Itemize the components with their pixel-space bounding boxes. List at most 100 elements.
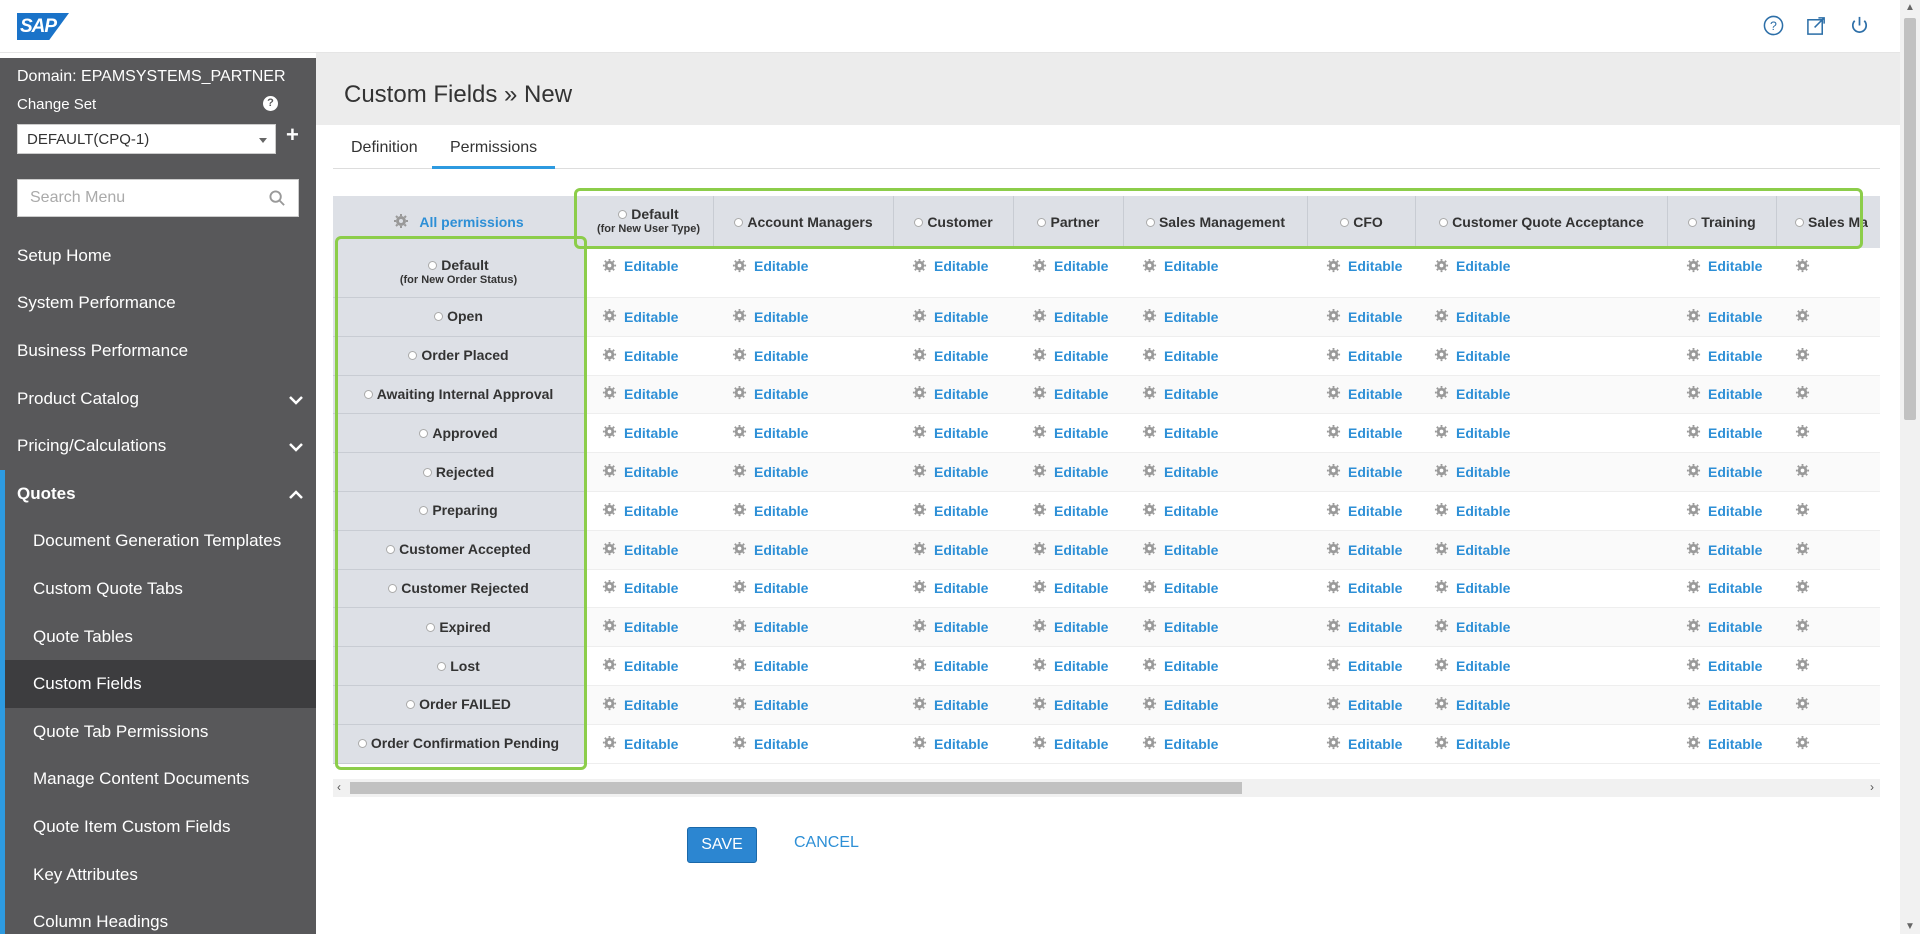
column-header[interactable]: Default (for New User Type) xyxy=(584,196,714,248)
help-icon[interactable]: ? xyxy=(263,96,278,111)
sidebar-subitem-manage-content-documents[interactable]: Manage Content Documents xyxy=(5,756,316,804)
sidebar-subitem-column-headings[interactable]: Column Headings xyxy=(5,898,316,934)
permission-cell[interactable]: Editable xyxy=(1686,298,1762,336)
permission-cell[interactable] xyxy=(1795,686,1810,724)
permission-cell[interactable]: Editable xyxy=(1686,608,1762,646)
permission-cell[interactable]: Editable xyxy=(1434,298,1510,336)
permission-cell[interactable]: Editable xyxy=(1032,686,1108,724)
permission-cell[interactable]: Editable xyxy=(1686,414,1762,452)
row-label[interactable]: Customer Accepted xyxy=(333,530,584,570)
permission-cell[interactable] xyxy=(1795,298,1810,336)
permission-cell[interactable]: Editable xyxy=(912,647,988,685)
permission-cell[interactable]: Editable xyxy=(732,570,808,608)
permission-cell[interactable] xyxy=(1795,248,1810,297)
column-header[interactable]: Account Managers xyxy=(714,196,894,248)
permission-cell[interactable] xyxy=(1795,492,1810,530)
permission-cell[interactable]: Editable xyxy=(1686,647,1762,685)
permission-cell[interactable]: Editable xyxy=(1434,453,1510,491)
sidebar-subitem-quote-tab-permissions[interactable]: Quote Tab Permissions xyxy=(5,708,316,756)
permission-cell[interactable]: Editable xyxy=(1142,647,1218,685)
permission-cell[interactable]: Editable xyxy=(1142,337,1218,375)
row-label[interactable]: Preparing xyxy=(333,491,584,531)
permission-cell[interactable]: Editable xyxy=(1326,608,1402,646)
permission-cell[interactable]: Editable xyxy=(1686,248,1762,297)
permission-cell[interactable] xyxy=(1795,376,1810,414)
tab-permissions[interactable]: Permissions xyxy=(432,125,556,169)
sidebar-subitem-document-generation-templates[interactable]: Document Generation Templates xyxy=(5,518,316,566)
permission-cell[interactable]: Editable xyxy=(1142,531,1218,569)
sidebar-subitem-custom-fields[interactable]: Custom Fields xyxy=(5,660,316,708)
permission-cell[interactable]: Editable xyxy=(602,453,678,491)
help-circle-icon[interactable]: ? xyxy=(1762,14,1784,36)
permission-cell[interactable]: Editable xyxy=(1032,453,1108,491)
row-label[interactable]: Awaiting Internal Approval xyxy=(333,375,584,415)
permission-cell[interactable]: Editable xyxy=(732,298,808,336)
permission-cell[interactable]: Editable xyxy=(1032,414,1108,452)
sidebar-item-product-catalog[interactable]: Product Catalog xyxy=(0,375,316,423)
row-label[interactable]: Approved xyxy=(333,414,584,454)
sidebar-subitem-custom-quote-tabs[interactable]: Custom Quote Tabs xyxy=(5,565,316,613)
permission-cell[interactable]: Editable xyxy=(732,337,808,375)
power-icon[interactable] xyxy=(1848,14,1870,36)
column-header[interactable]: Customer xyxy=(894,196,1014,248)
sap-logo[interactable]: SAP xyxy=(17,13,69,40)
permission-cell[interactable]: Editable xyxy=(1032,570,1108,608)
permission-cell[interactable]: Editable xyxy=(602,647,678,685)
permission-cell[interactable]: Editable xyxy=(732,376,808,414)
permission-cell[interactable]: Editable xyxy=(602,725,678,763)
permission-cell[interactable]: Editable xyxy=(1434,570,1510,608)
permission-cell[interactable]: Editable xyxy=(1326,492,1402,530)
permission-cell[interactable]: Editable xyxy=(1326,248,1402,297)
permission-cell[interactable]: Editable xyxy=(912,570,988,608)
permission-cell[interactable]: Editable xyxy=(1142,248,1218,297)
sidebar-subitem-quote-tables[interactable]: Quote Tables xyxy=(5,613,316,661)
permission-cell[interactable] xyxy=(1795,414,1810,452)
permission-cell[interactable]: Editable xyxy=(1142,376,1218,414)
row-label[interactable]: Order FAILED xyxy=(333,685,584,725)
permission-cell[interactable]: Editable xyxy=(1032,337,1108,375)
permission-cell[interactable]: Editable xyxy=(1032,376,1108,414)
tab-definition[interactable]: Definition xyxy=(333,125,436,169)
permission-cell[interactable]: Editable xyxy=(1686,376,1762,414)
sidebar-subitem-quote-item-custom-fields[interactable]: Quote Item Custom Fields xyxy=(5,803,316,851)
permission-cell[interactable] xyxy=(1795,647,1810,685)
permission-cell[interactable] xyxy=(1795,608,1810,646)
row-label[interactable]: Order Placed xyxy=(333,336,584,376)
row-label[interactable]: Rejected xyxy=(333,453,584,492)
permission-cell[interactable]: Editable xyxy=(912,376,988,414)
permission-cell[interactable]: Editable xyxy=(1434,725,1510,763)
row-label[interactable]: Lost xyxy=(333,647,584,686)
row-label[interactable]: Customer Rejected xyxy=(333,569,584,609)
sidebar-item-business-performance[interactable]: Business Performance xyxy=(0,327,316,375)
search-icon[interactable] xyxy=(269,190,286,212)
permission-cell[interactable]: Editable xyxy=(912,248,988,297)
permission-cell[interactable]: Editable xyxy=(1142,570,1218,608)
permission-cell[interactable]: Editable xyxy=(1686,453,1762,491)
permission-cell[interactable]: Editable xyxy=(602,376,678,414)
permission-cell[interactable]: Editable xyxy=(1142,298,1218,336)
permission-cell[interactable]: Editable xyxy=(1686,725,1762,763)
external-window-icon[interactable] xyxy=(1805,14,1827,36)
permission-cell[interactable]: Editable xyxy=(1326,686,1402,724)
row-label[interactable]: Default (for New Order Status) xyxy=(333,248,584,298)
permission-cell[interactable]: Editable xyxy=(1434,647,1510,685)
permission-cell[interactable]: Editable xyxy=(1434,608,1510,646)
permission-cell[interactable]: Editable xyxy=(732,453,808,491)
permission-cell[interactable]: Editable xyxy=(1142,414,1218,452)
row-label[interactable]: Open xyxy=(333,298,584,337)
permission-cell[interactable]: Editable xyxy=(1326,570,1402,608)
permission-cell[interactable]: Editable xyxy=(732,492,808,530)
page-scrollbar-thumb[interactable] xyxy=(1904,18,1916,420)
permission-cell[interactable]: Editable xyxy=(1686,570,1762,608)
permission-cell[interactable]: Editable xyxy=(912,414,988,452)
permission-cell[interactable] xyxy=(1795,531,1810,569)
permission-cell[interactable]: Editable xyxy=(912,492,988,530)
permission-cell[interactable]: Editable xyxy=(912,453,988,491)
permission-cell[interactable]: Editable xyxy=(912,725,988,763)
sidebar-item-setup-home[interactable]: Setup Home xyxy=(0,232,316,280)
scroll-down-icon[interactable]: ▼ xyxy=(1905,921,1915,932)
permission-cell[interactable]: Editable xyxy=(602,414,678,452)
scroll-left-icon[interactable]: ‹ xyxy=(337,780,341,794)
permission-cell[interactable] xyxy=(1795,453,1810,491)
permission-cell[interactable]: Editable xyxy=(1032,248,1108,297)
